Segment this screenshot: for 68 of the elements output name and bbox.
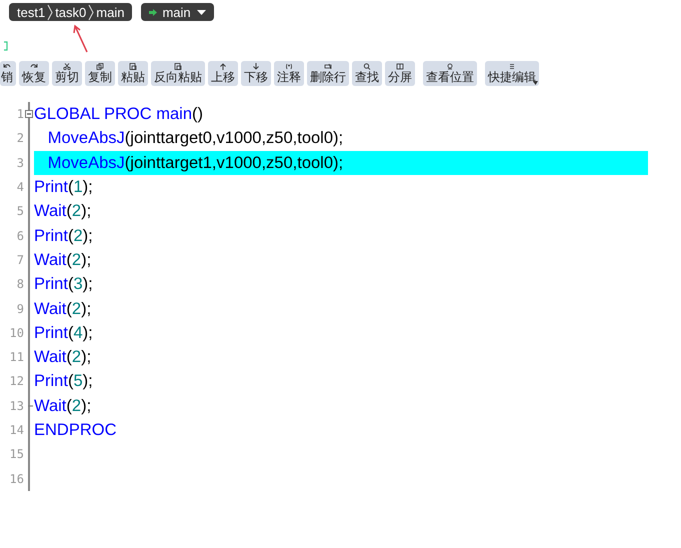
line-number: 9 (16, 302, 24, 316)
scissors-icon (63, 63, 71, 70)
toolbar-icon (446, 63, 454, 70)
code-line: Print(4); (34, 322, 94, 344)
line-number: 8 (16, 277, 24, 292)
toolbar-button[interactable]: 销 (0, 61, 16, 86)
toolbar-icon (396, 63, 404, 70)
breadcrumb-item[interactable]: test1 (15, 4, 48, 20)
code-line: Wait(2); (34, 396, 92, 417)
toolbar-button[interactable]: 下移 (241, 61, 271, 86)
code-line: Print(5); (34, 371, 94, 392)
line-number: 2 (16, 131, 24, 146)
line-number: 7 (16, 252, 24, 267)
toolbar-button[interactable]: 粘贴 (118, 61, 148, 86)
down-arrow-icon (252, 63, 260, 70)
line-number: 13 (8, 398, 24, 413)
line-number: 3 (16, 156, 24, 170)
fold-end-mark (28, 404, 33, 407)
chevron-icon (47, 4, 54, 20)
line-number: 12 (8, 374, 24, 388)
toolbar-button[interactable]: 查找 (352, 61, 382, 86)
code-line: Print(2); (34, 226, 94, 247)
toolbar-icon (129, 63, 137, 70)
chevron-icon (88, 4, 94, 20)
toolbar-icon (324, 63, 332, 70)
line-number: 1 (16, 107, 24, 122)
toolbar-button[interactable]: 上移 (208, 61, 238, 86)
line-number: 6 (16, 228, 24, 243)
code-line: Wait(2); (34, 250, 92, 271)
toolbar-button[interactable]: 注释 (274, 61, 304, 86)
line-number: 15 (8, 447, 24, 462)
toolbar-icon (285, 63, 293, 70)
code-line: MoveAbsJ(jointtarget0,v1000,z50,tool0); (46, 128, 344, 150)
toolbar-button[interactable]: 快捷编辑 (485, 61, 539, 86)
toolbar-button[interactable]: 查看位置 (423, 61, 477, 86)
search-icon (363, 63, 371, 70)
breadcrumb-item[interactable]: main (94, 4, 126, 20)
toolbar-icon (508, 63, 516, 70)
line-number: 5 (16, 204, 24, 218)
toolbar-button[interactable]: 删除行 (307, 61, 349, 86)
routine-dropdown[interactable]: main (141, 3, 214, 21)
toolbar-button[interactable]: 恢复 (19, 61, 49, 86)
toolbar-icon (96, 63, 104, 70)
code-line: Wait(2); (34, 298, 92, 320)
annotation-arrow (72, 23, 90, 53)
toolbar-icon (30, 63, 38, 70)
line-number: 16 (8, 472, 24, 486)
arrow-icon (149, 8, 158, 16)
code-line: ENDPROC (34, 420, 118, 441)
toolbar-button[interactable]: 复制 (85, 61, 115, 86)
line-number: 4 (16, 180, 24, 194)
code-line: Wait(2); (34, 347, 92, 368)
line-number: 14 (8, 423, 24, 437)
toolbar-icon (3, 63, 11, 70)
code-line: Print(1); (34, 177, 94, 198)
up-arrow-icon (219, 63, 227, 70)
toolbar-button[interactable]: 反向粘贴 (151, 61, 205, 86)
toolbar-button[interactable]: 分屏 (385, 61, 415, 86)
toolbar-button[interactable]: 剪切 (52, 61, 82, 86)
line-number: 11 (8, 350, 24, 364)
breadcrumb-item[interactable]: task0 (53, 4, 88, 20)
code-line: Wait(2); (34, 201, 92, 222)
caret-icon (197, 10, 206, 14)
code-line: GLOBAL PROC main() (34, 104, 204, 126)
code-line: Print(3); (34, 274, 94, 296)
fold-icon[interactable] (25, 110, 33, 118)
line-number: 10 (8, 326, 24, 340)
toolbar-icon (174, 63, 182, 70)
